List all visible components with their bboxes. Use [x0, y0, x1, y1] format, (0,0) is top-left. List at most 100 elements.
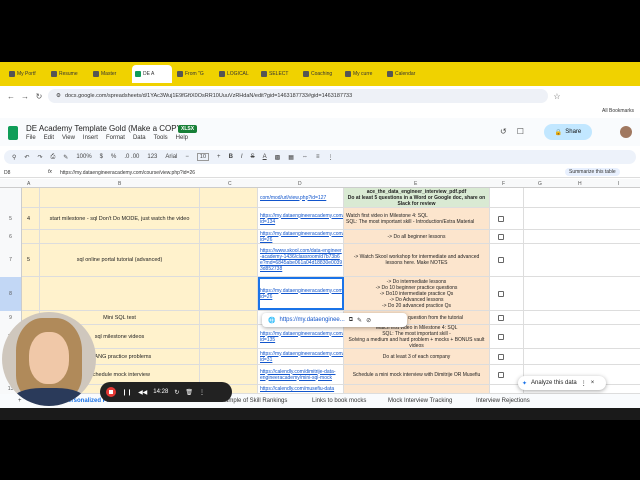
browser-tab-active[interactable]: DE A: [132, 65, 172, 83]
cell-b[interactable]: [40, 230, 200, 243]
menu-insert[interactable]: Insert: [83, 135, 98, 141]
summarize-button[interactable]: Summarize this table: [565, 168, 620, 176]
pause-icon[interactable]: ❙❙: [122, 389, 132, 396]
bookmark-star-icon[interactable]: ☆: [552, 92, 562, 101]
unlink-icon[interactable]: ⊘: [366, 317, 371, 324]
menu-view[interactable]: View: [62, 135, 75, 141]
column-header[interactable]: A: [27, 181, 30, 187]
cell-note[interactable]: Schedule a mini mock interview with Dimi…: [344, 365, 490, 384]
browser-tab[interactable]: From "G: [174, 67, 214, 81]
cell-b[interactable]: sql online portal tutorial (advanced): [40, 244, 200, 276]
doc-title[interactable]: DE Academy Template Gold (Make a COPY): [26, 124, 185, 133]
checkbox[interactable]: [498, 371, 504, 378]
cell-a[interactable]: [22, 188, 40, 207]
currency-format-button[interactable]: $: [100, 154, 103, 160]
column-header[interactable]: G: [538, 181, 542, 187]
share-button[interactable]: 🔒 Share: [544, 124, 592, 140]
checkbox[interactable]: [498, 333, 504, 340]
cell-c[interactable]: [200, 244, 258, 276]
copy-link-icon[interactable]: ⧉: [349, 317, 353, 324]
column-header[interactable]: B: [118, 181, 121, 187]
cell-a[interactable]: [22, 230, 40, 243]
reload-icon[interactable]: ↻: [34, 92, 44, 101]
cell-link-selected[interactable]: https://my.dataengineeracademy.com/cours…: [258, 277, 344, 310]
cell-note[interactable]: Do at least 3 of each company: [344, 349, 490, 364]
browser-tab[interactable]: Calendar: [384, 67, 424, 81]
cell-c[interactable]: [200, 277, 258, 310]
print-icon[interactable]: ⎙: [50, 154, 55, 161]
cell-link[interactable]: https://my.dataengineeracademy.com/mod/u…: [258, 325, 344, 348]
row-number[interactable]: 5: [0, 208, 22, 230]
number-format-button[interactable]: 123: [147, 154, 157, 160]
fill-color-icon[interactable]: ▩: [275, 154, 281, 161]
close-icon[interactable]: ×: [591, 380, 595, 386]
browser-tab[interactable]: LOGICAL: [216, 67, 256, 81]
checkbox[interactable]: [498, 314, 504, 321]
font-size-input[interactable]: 10: [196, 153, 210, 161]
cell-note[interactable]: Watch first video in Milestone 4: SQL SQ…: [344, 325, 490, 348]
cell-link[interactable]: https://calendly.com/musefiu-data: [258, 385, 344, 393]
column-header[interactable]: D: [298, 181, 302, 187]
text-color-button[interactable]: A: [263, 154, 267, 160]
column-header[interactable]: E: [414, 181, 417, 187]
cell-c[interactable]: [200, 208, 258, 229]
menu-help[interactable]: Help: [176, 135, 188, 141]
sheet-tab[interactable]: Mock Interview Tracking: [388, 398, 452, 404]
checkbox[interactable]: [498, 215, 504, 222]
checkbox[interactable]: [498, 257, 504, 263]
cell-link[interactable]: https://www.skool.com/data-engineer-acad…: [258, 244, 344, 276]
font-size-decrease[interactable]: −: [185, 154, 189, 160]
cell-link[interactable]: com/mod/url/view.php?id=127: [258, 188, 344, 207]
formula-input[interactable]: https://my.dataengineeracademy.com/cours…: [60, 170, 195, 176]
redo-icon[interactable]: ↷: [37, 154, 42, 161]
address-bar[interactable]: ⚙ docs.google.com/spreadsheets/d/1YAc3Wu…: [48, 89, 548, 103]
search-menus-icon[interactable]: ⚲: [12, 154, 16, 161]
borders-icon[interactable]: ▦: [288, 154, 294, 161]
checkbox[interactable]: [498, 353, 504, 360]
cell-a[interactable]: 4: [22, 208, 40, 229]
cell-note[interactable]: -> Do all beginner lessons: [344, 230, 490, 243]
row-number-selected[interactable]: 8: [0, 277, 22, 311]
cell-b[interactable]: [40, 277, 200, 310]
bold-button[interactable]: B: [229, 154, 233, 160]
menu-edit[interactable]: Edit: [44, 135, 54, 141]
more-icon[interactable]: ⋮: [199, 389, 205, 396]
rewind-icon[interactable]: ◀◀: [138, 389, 147, 396]
sheets-logo-icon[interactable]: [8, 126, 18, 140]
strikethrough-button[interactable]: S: [251, 154, 255, 160]
row-number[interactable]: 7: [0, 244, 22, 277]
align-icon[interactable]: ≡: [316, 154, 320, 160]
more-options-icon[interactable]: ⋮: [581, 380, 587, 387]
cell-note[interactable]: -> Watch Skool workshop for intermediate…: [344, 244, 490, 276]
link-preview-url[interactable]: https://my.dataenginee...: [279, 317, 344, 323]
cell-f[interactable]: [490, 188, 524, 207]
restart-icon[interactable]: ↻: [174, 389, 179, 396]
cell-b[interactable]: start milestone - sql Don't Do MODE, jus…: [40, 208, 200, 229]
menu-tools[interactable]: Tools: [154, 135, 168, 141]
column-header[interactable]: F: [502, 181, 505, 187]
column-header[interactable]: C: [228, 181, 232, 187]
italic-button[interactable]: I: [241, 154, 243, 160]
cell-a[interactable]: 5: [22, 244, 40, 276]
percent-format-button[interactable]: %: [111, 154, 116, 160]
column-header[interactable]: H: [578, 181, 582, 187]
analyze-data-button[interactable]: ✦ Analyze this data ⋮ ×: [518, 376, 606, 390]
checkbox[interactable]: [498, 233, 504, 240]
merge-icon[interactable]: ⇔: [302, 154, 308, 160]
cell-note[interactable]: ace_the_data_engineer_interview_pdf.pdf …: [344, 188, 490, 207]
cell-b[interactable]: [40, 188, 200, 207]
back-icon[interactable]: ←: [6, 92, 16, 101]
menu-format[interactable]: Format: [106, 135, 125, 141]
all-bookmarks[interactable]: All Bookmarks: [602, 108, 634, 114]
menu-file[interactable]: File: [26, 135, 36, 141]
cell-a[interactable]: [22, 277, 40, 310]
checkbox[interactable]: [498, 290, 504, 297]
row-number[interactable]: [0, 188, 22, 208]
paint-format-icon[interactable]: ✎: [63, 154, 68, 161]
cell-c[interactable]: [200, 349, 258, 364]
undo-icon[interactable]: ↶: [24, 154, 29, 161]
forward-icon[interactable]: →: [20, 92, 30, 101]
avatar[interactable]: [620, 126, 632, 138]
sheet-tab[interactable]: Links to book mocks: [312, 398, 366, 404]
browser-tab[interactable]: SELECT: [258, 67, 298, 81]
